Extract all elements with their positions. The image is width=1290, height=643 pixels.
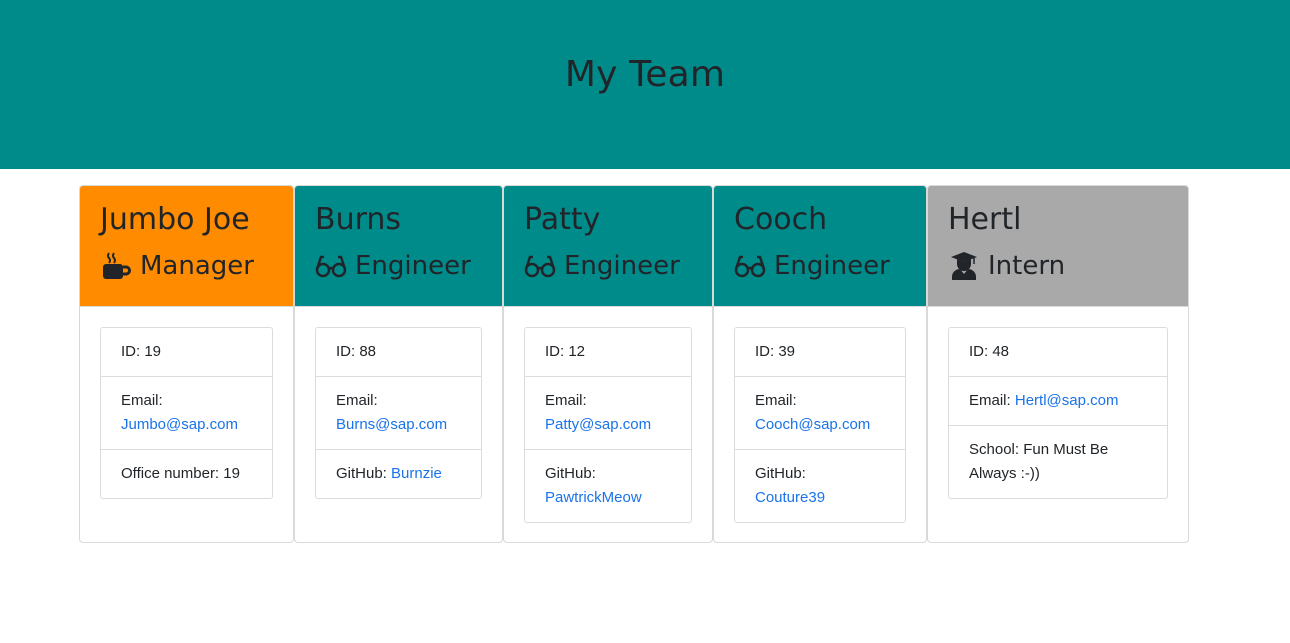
email-label: Email: [121,392,163,409]
github-item: GitHub: Burnzie [316,450,481,498]
employee-name: Burns [315,202,402,237]
id-item: ID: 39 [735,328,905,377]
email-label: Email: [545,392,587,409]
mug-icon [100,251,132,281]
card-body: ID: 19 Email: Jumbo@sap.com Office numbe… [80,307,293,519]
id-item: ID: 19 [101,328,272,377]
employee-card: Burns Engineer ID: 88 Email: Burns@sap.c… [294,185,503,543]
email-item: Email: Hertl@sap.com [949,377,1167,426]
card-body: ID: 48 Email: Hertl@sap.com School: Fun … [928,307,1188,519]
role-label: Engineer [564,251,680,281]
card-body: ID: 39 Email: Cooch@sap.com GitHub: Cout… [714,307,926,542]
email-label: Email: [755,392,797,409]
card-header: Patty Engineer [504,186,712,307]
employee-card: Patty Engineer ID: 12 Email: Patty@sap.c… [503,185,713,543]
office-number-item: Office number: 19 [121,465,240,482]
github-label: GitHub: [755,465,806,482]
card-header: Burns Engineer [295,186,502,307]
card-body: ID: 88 Email: Burns@sap.com GitHub: Burn… [295,307,502,519]
employee-card: Jumbo Joe Manager ID: 19 Email: Jumbo@sa… [79,185,294,543]
page-title: My Team [564,54,726,95]
email-link[interactable]: Burns@sap.com [336,416,447,433]
id-item: ID: 88 [316,328,481,377]
email-item: Email: Patty@sap.com [525,377,691,450]
employee-role: Engineer [315,246,482,286]
email-label: Email: [336,392,378,409]
email-item: Email: Jumbo@sap.com [101,377,272,450]
email-link[interactable]: Jumbo@sap.com [121,416,238,433]
employee-name: Hertl [948,202,1022,237]
email-item: Email: Cooch@sap.com [735,377,905,450]
info-list: ID: 48 Email: Hertl@sap.com School: Fun … [948,327,1168,499]
card-body: ID: 12 Email: Patty@sap.com GitHub: Pawt… [504,307,712,542]
role-label: Engineer [355,251,471,281]
employee-card: Hertl Intern ID: 48 Email: Hertl@sap.com… [927,185,1189,543]
graduate-icon [948,251,980,281]
school-item: School: Fun Must Be Always :-)) [969,441,1109,482]
github-link[interactable]: Burnzie [391,465,442,482]
info-list: ID: 12 Email: Patty@sap.com GitHub: Pawt… [524,327,692,523]
employee-name: Jumbo Joe [100,202,250,237]
email-link[interactable]: Patty@sap.com [545,416,651,433]
employee-role: Intern [948,246,1168,286]
github-label: GitHub: [336,465,387,482]
employee-name: Cooch [734,202,828,237]
github-link[interactable]: PawtrickMeow [545,489,642,506]
employee-name: Patty [524,202,601,237]
email-item: Email: Burns@sap.com [316,377,481,450]
github-item: GitHub: PawtrickMeow [525,450,691,522]
employee-card: Cooch Engineer ID: 39 Email: Cooch@sap.c… [713,185,927,543]
github-link[interactable]: Couture39 [755,489,825,506]
card-header: Hertl Intern [928,186,1188,307]
glasses-icon [524,251,556,281]
card-header: Cooch Engineer [714,186,926,307]
glasses-icon [734,251,766,281]
employee-role: Manager [100,246,273,286]
role-label: Engineer [774,251,890,281]
id-item: ID: 48 [949,328,1167,377]
email-label: Email: [969,392,1011,409]
email-link[interactable]: Hertl@sap.com [1015,392,1119,409]
id-item: ID: 12 [525,328,691,377]
role-label: Intern [988,251,1066,281]
employee-role: Engineer [734,246,906,286]
role-label: Manager [140,251,254,281]
github-label: GitHub: [545,465,596,482]
employee-role: Engineer [524,246,692,286]
info-list: ID: 19 Email: Jumbo@sap.com Office numbe… [100,327,273,499]
info-list: ID: 88 Email: Burns@sap.com GitHub: Burn… [315,327,482,499]
glasses-icon [315,251,347,281]
email-link[interactable]: Cooch@sap.com [755,416,870,433]
github-item: GitHub: Couture39 [735,450,905,522]
info-list: ID: 39 Email: Cooch@sap.com GitHub: Cout… [734,327,906,523]
card-header: Jumbo Joe Manager [80,186,293,307]
page-header: My Team [0,0,1290,169]
